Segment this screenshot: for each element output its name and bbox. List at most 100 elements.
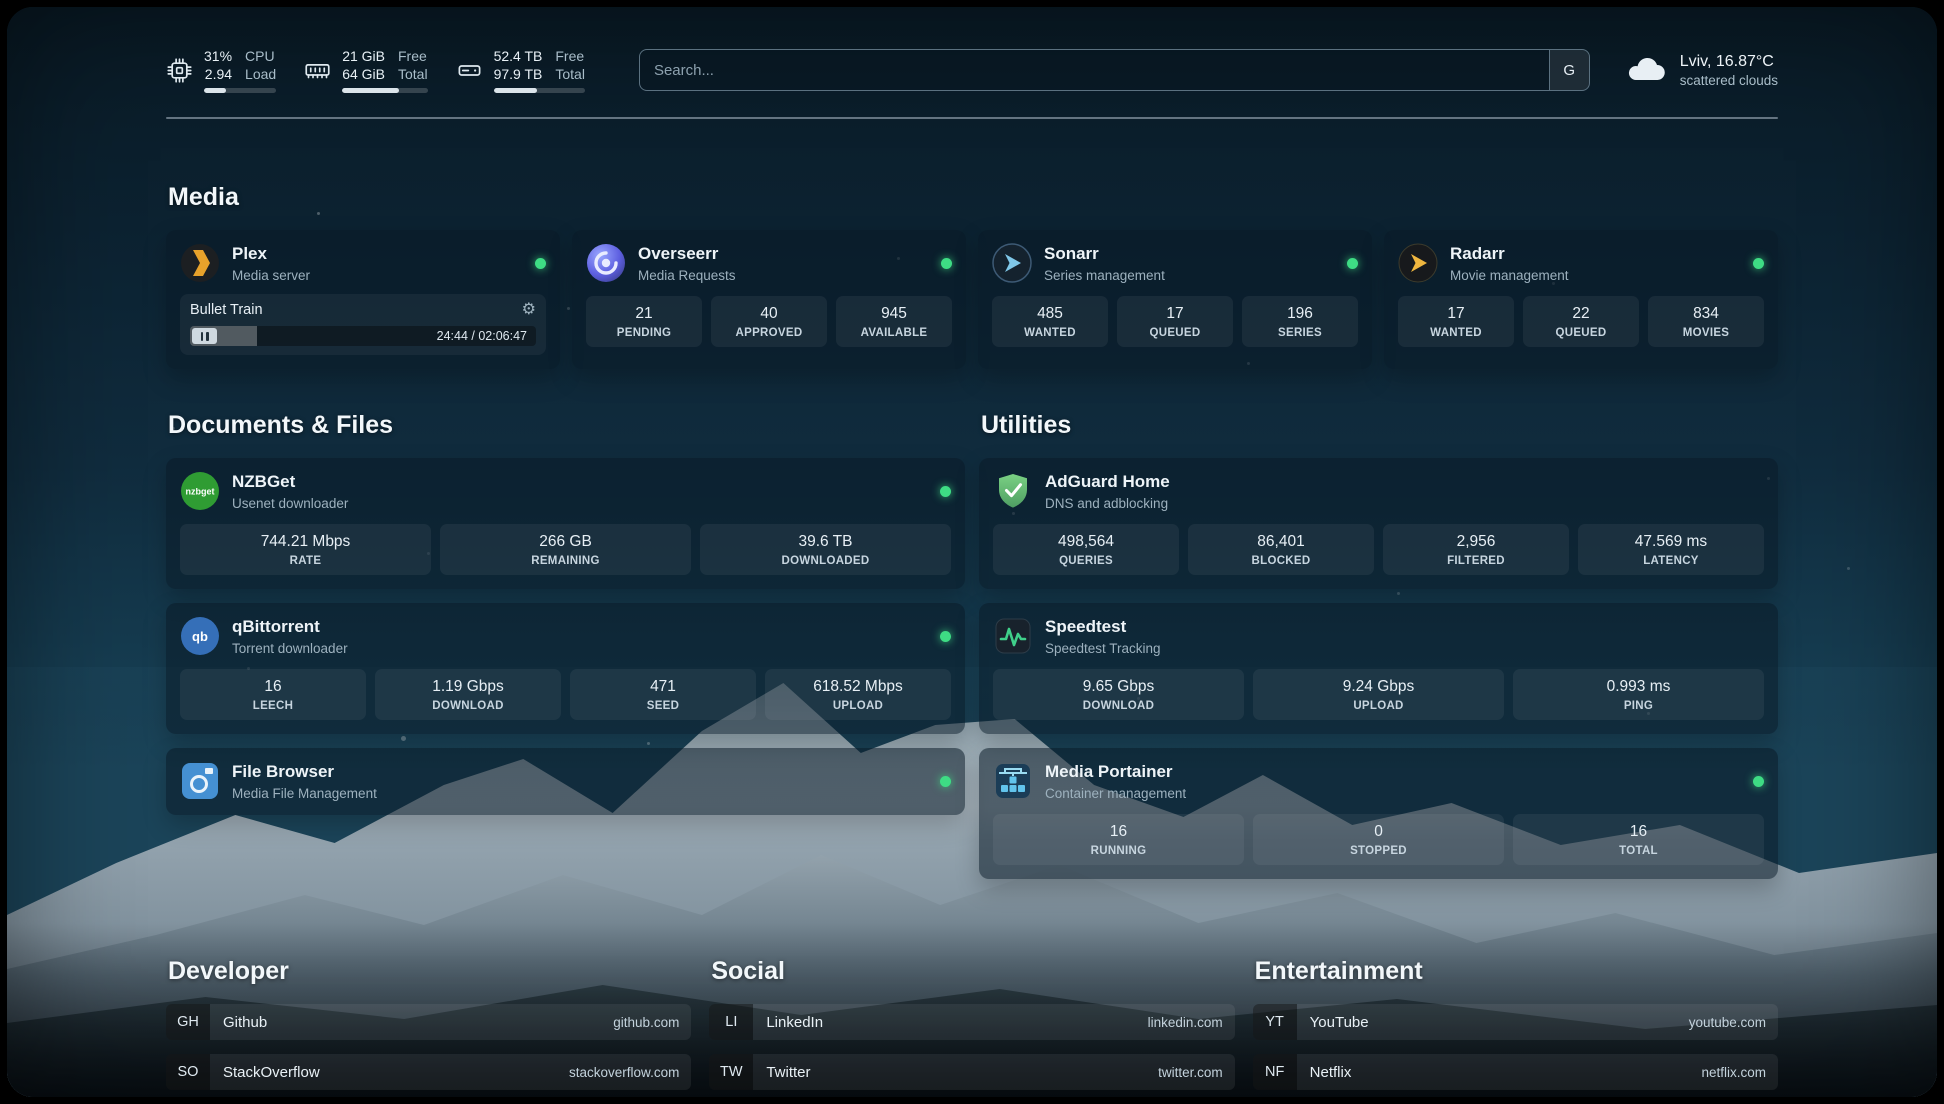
bookmark-name: Github bbox=[223, 1014, 267, 1031]
search-input[interactable] bbox=[640, 50, 1549, 90]
section-title-developer: Developer bbox=[168, 957, 691, 986]
service-card-portainer[interactable]: Media Portainer Container management 16 … bbox=[979, 748, 1778, 879]
bookmark-group-developer: Developer GH Github github.com SO StackO… bbox=[166, 957, 691, 1097]
service-name: Media Portainer bbox=[1045, 762, 1186, 782]
bookmark-name: Twitter bbox=[766, 1064, 810, 1081]
stat-stopped: 0 STOPPED bbox=[1253, 814, 1504, 865]
bookmark-url: linkedin.com bbox=[1148, 1015, 1223, 1030]
stat-total: 16 TOTAL bbox=[1513, 814, 1764, 865]
memory-total-label: Total bbox=[398, 65, 428, 83]
section-title-utilities: Utilities bbox=[981, 411, 1778, 440]
status-dot bbox=[1347, 258, 1358, 269]
bookmark-abbr: TW bbox=[709, 1054, 753, 1090]
search-provider-button[interactable]: G bbox=[1549, 50, 1589, 90]
bookmark-url: github.com bbox=[613, 1015, 679, 1030]
svg-text:nzbget: nzbget bbox=[186, 487, 215, 497]
memory-free-value: 21 GiB bbox=[342, 47, 385, 65]
cpu-icon bbox=[166, 57, 193, 84]
weather-location: Lviv, 16.87°C bbox=[1680, 53, 1778, 71]
stat-ping: 0.993 ms PING bbox=[1513, 669, 1764, 720]
stat-download: 9.65 Gbps DOWNLOAD bbox=[993, 669, 1244, 720]
service-card-nzbget[interactable]: nzbget NZBGet Usenet downloader 744.21 M… bbox=[166, 458, 965, 589]
bookmark-netflix[interactable]: NF Netflix netflix.com bbox=[1253, 1054, 1778, 1090]
service-description: Series management bbox=[1044, 268, 1165, 283]
service-card-sonarr[interactable]: Sonarr Series management 485 WANTED 17 Q… bbox=[978, 230, 1372, 369]
cloud-icon bbox=[1624, 54, 1668, 86]
snow-specks bbox=[7, 7, 10, 10]
status-dot bbox=[941, 258, 952, 269]
disk-free-label: Free bbox=[555, 47, 585, 65]
stat-download: 1.19 Gbps DOWNLOAD bbox=[375, 669, 561, 720]
cpu-widget: 31% 2.94 CPU Load bbox=[166, 47, 276, 93]
qbittorrent-icon: qb bbox=[180, 616, 220, 656]
memory-icon bbox=[304, 57, 331, 84]
dashboard-window: 31% 2.94 CPU Load bbox=[7, 7, 1937, 1097]
service-card-overseerr[interactable]: Overseerr Media Requests 21 PENDING 40 A… bbox=[572, 230, 966, 369]
section-title-media: Media bbox=[168, 183, 1778, 212]
settings-gear-icon[interactable]: ⚙ bbox=[522, 302, 536, 318]
top-bar: 31% 2.94 CPU Load bbox=[166, 47, 1778, 93]
pause-button[interactable] bbox=[192, 328, 217, 344]
service-card-radarr[interactable]: Radarr Movie management 17 WANTED 22 QUE… bbox=[1384, 230, 1778, 369]
stat-queries: 498,564 QUERIES bbox=[993, 524, 1179, 575]
stat-wanted: 17 WANTED bbox=[1398, 296, 1514, 347]
service-name: Radarr bbox=[1450, 244, 1569, 264]
plex-now-playing: Bullet Train ⚙ 24:44 / 02:06:47 bbox=[180, 294, 546, 355]
service-description: Movie management bbox=[1450, 268, 1569, 283]
stat-available: 945 AVAILABLE bbox=[836, 296, 952, 347]
bookmark-twitter[interactable]: TW Twitter twitter.com bbox=[709, 1054, 1234, 1090]
sonarr-icon bbox=[992, 243, 1032, 283]
stat-running: 16 RUNNING bbox=[993, 814, 1244, 865]
service-card-speedtest[interactable]: Speedtest Speedtest Tracking 9.65 Gbps D… bbox=[979, 603, 1778, 734]
bookmark-url: stackoverflow.com bbox=[569, 1065, 679, 1080]
status-dot bbox=[1753, 258, 1764, 269]
service-description: Usenet downloader bbox=[232, 496, 348, 511]
bookmark-group-entertainment: Entertainment YT YouTube youtube.com NF … bbox=[1253, 957, 1778, 1097]
stat-remaining: 266 GB REMAINING bbox=[440, 524, 691, 575]
status-dot bbox=[1753, 776, 1764, 787]
bookmark-group-social: Social LI LinkedIn linkedin.com TW Twitt… bbox=[709, 957, 1234, 1097]
status-dot bbox=[940, 631, 951, 642]
bookmark-stackoverflow[interactable]: SO StackOverflow stackoverflow.com bbox=[166, 1054, 691, 1090]
service-card-qbittorrent[interactable]: qb qBittorrent Torrent downloader 16 bbox=[166, 603, 965, 734]
nzbget-icon: nzbget bbox=[180, 471, 220, 511]
stat-series: 196 SERIES bbox=[1242, 296, 1358, 347]
weather-condition: scattered clouds bbox=[1680, 73, 1778, 88]
service-description: Speedtest Tracking bbox=[1045, 641, 1161, 656]
status-dot bbox=[940, 776, 951, 787]
stat-queued: 22 QUEUED bbox=[1523, 296, 1639, 347]
bookmark-abbr: LI bbox=[709, 1004, 753, 1040]
service-name: AdGuard Home bbox=[1045, 472, 1170, 492]
bookmark-url: twitter.com bbox=[1158, 1065, 1223, 1080]
cpu-load-value: 2.94 bbox=[205, 65, 232, 83]
utilities-section: Utilities AdGu bbox=[979, 411, 1778, 879]
service-card-adguard[interactable]: AdGuard Home DNS and adblocking 498,564 … bbox=[979, 458, 1778, 589]
bookmark-github[interactable]: GH Github github.com bbox=[166, 1004, 691, 1040]
service-card-plex[interactable]: Plex Media server Bullet Train ⚙ bbox=[166, 230, 560, 369]
overseerr-icon bbox=[586, 243, 626, 283]
bookmark-youtube[interactable]: YT YouTube youtube.com bbox=[1253, 1004, 1778, 1040]
bookmark-name: StackOverflow bbox=[223, 1064, 320, 1081]
service-name: Plex bbox=[232, 244, 310, 264]
stat-seed: 471 SEED bbox=[570, 669, 756, 720]
dashboard-page: 31% 2.94 CPU Load bbox=[0, 0, 1944, 1104]
media-section: Media Plex Media server bbox=[166, 183, 1778, 369]
svg-text:qb: qb bbox=[192, 629, 208, 644]
stat-upload: 9.24 Gbps UPLOAD bbox=[1253, 669, 1504, 720]
disk-icon bbox=[456, 57, 483, 84]
service-name: NZBGet bbox=[232, 472, 348, 492]
stat-upload: 618.52 Mbps UPLOAD bbox=[765, 669, 951, 720]
section-title-social: Social bbox=[711, 957, 1234, 986]
disk-widget: 52.4 TB 97.9 TB Free Total bbox=[456, 47, 585, 93]
service-card-filebrowser[interactable]: File Browser Media File Management bbox=[166, 748, 965, 815]
bookmark-linkedin[interactable]: LI LinkedIn linkedin.com bbox=[709, 1004, 1234, 1040]
playback-progress-bar[interactable]: 24:44 / 02:06:47 bbox=[190, 326, 536, 346]
status-dot bbox=[535, 258, 546, 269]
stat-leech: 16 LEECH bbox=[180, 669, 366, 720]
service-name: Sonarr bbox=[1044, 244, 1165, 264]
radarr-icon bbox=[1398, 243, 1438, 283]
service-description: Media File Management bbox=[232, 786, 377, 801]
filebrowser-icon bbox=[180, 761, 220, 801]
bookmark-abbr: NF bbox=[1253, 1054, 1297, 1090]
stat-rate: 744.21 Mbps RATE bbox=[180, 524, 431, 575]
